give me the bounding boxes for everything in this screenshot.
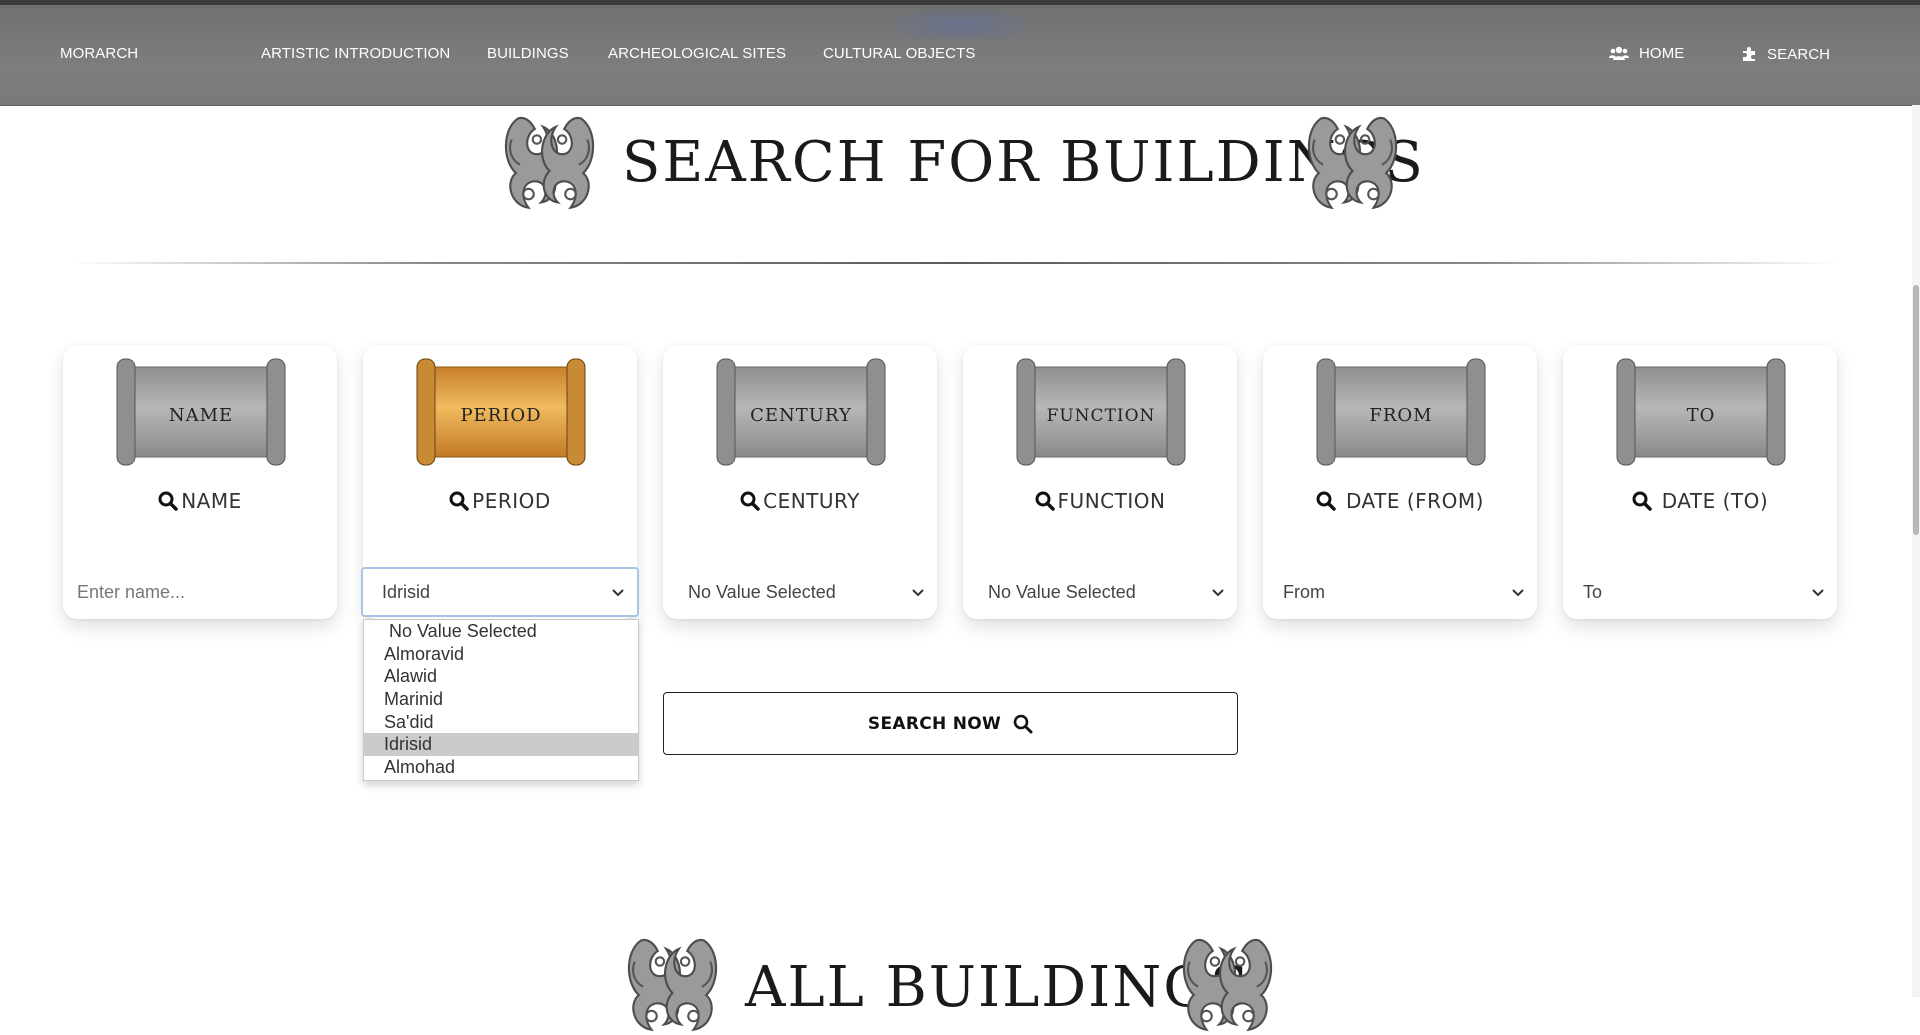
century-select[interactable]: No Value Selected [663,567,937,617]
nav-link-artistic-introduction[interactable]: ARTISTIC INTRODUCTION [261,45,450,62]
period-option-marinid[interactable]: Marinid [364,688,638,711]
filter-card-period: PERIOD PERIOD Idrisid [361,345,639,619]
filter-label-name: NAME [63,489,337,513]
users-icon [1609,46,1629,60]
date-from-select[interactable]: From [1263,567,1537,617]
period-option-no-value[interactable]: No Value Selected [364,620,638,643]
filter-card-century: CENTURY CENTURY No Value Selected [663,345,937,619]
period-option-almoravid[interactable]: Almoravid [364,643,638,666]
search-icon [1316,491,1336,511]
filter-label-date-to-text: DATE (TO) [1654,489,1769,513]
brand-logo-link[interactable]: MORARCH [60,45,138,62]
scroll-text-function: FUNCTION [1047,406,1156,426]
function-select-value: No Value Selected [988,581,1136,602]
scroll-banner-to-icon: TO [1616,358,1786,466]
search-now-button[interactable]: SEARCH NOW [663,692,1238,755]
filter-label-date-from: DATE (FROM) [1263,489,1537,513]
nav-home-label: HOME [1639,45,1685,62]
filter-label-date-to: DATE (TO) [1563,489,1837,513]
nav-link-archeological-sites[interactable]: ARCHEOLOGICAL SITES [608,45,786,62]
period-option-idrisid[interactable]: Idrisid [364,733,638,757]
chevron-down-icon [912,589,924,597]
period-dropdown-list: No Value Selected Almoravid Alawid Marin… [363,619,639,781]
scroll-banner-period-icon: PERIOD [416,358,586,466]
scroll-banner-function-icon: FUNCTION [1016,358,1186,466]
chevron-down-icon [612,589,624,597]
chevron-down-icon [1212,589,1224,597]
filter-label-period: PERIOD [363,489,637,513]
search-now-label: SEARCH NOW [867,713,1002,734]
search-icon [449,491,469,511]
search-icon [1013,714,1033,733]
filter-card-date-to: TO DATE (TO) To [1563,345,1837,619]
top-navbar: MORARCH ARTISTIC INTRODUCTION BUILDINGS … [0,5,1920,106]
filter-label-name-text: NAME [181,489,242,513]
scroll-banner-from-icon: FROM [1316,358,1486,466]
period-option-almohad[interactable]: Almohad [364,756,638,779]
puzzle-icon [1743,47,1755,61]
filter-label-century: CENTURY [663,489,937,513]
nav-search-label: SEARCH [1767,46,1831,63]
period-select-value: Idrisid [382,581,431,602]
search-icon [740,491,760,511]
chevron-down-icon [1812,589,1824,597]
period-option-alawid[interactable]: Alawid [364,665,638,688]
right-ornament-icon [1300,108,1405,213]
filter-card-name: NAME NAME [63,345,337,619]
filter-label-function: FUNCTION [963,489,1237,513]
date-to-select-value: To [1583,581,1603,602]
filter-card-date-from: FROM DATE (FROM) From [1263,345,1537,619]
left-ornament-icon [620,930,725,1035]
page-scrollbar-thumb[interactable] [1913,285,1919,535]
date-from-select-value: From [1283,581,1325,602]
scroll-text-name: NAME [169,405,233,426]
function-select[interactable]: No Value Selected [963,567,1237,617]
scroll-banner-century-icon: CENTURY [716,358,886,466]
scroll-text-from: FROM [1369,405,1432,426]
scroll-text-century: CENTURY [750,405,852,426]
scroll-text-period: PERIOD [460,405,541,426]
search-icon [158,491,178,511]
search-icon [1632,491,1652,511]
nav-home-link[interactable]: HOME [1609,45,1684,62]
filter-label-century-text: CENTURY [763,489,860,513]
filter-card-function: FUNCTION FUNCTION No Value Selected [963,345,1237,619]
filter-label-function-text: FUNCTION [1057,489,1166,513]
period-option-sadid[interactable]: Sa'did [364,711,638,734]
page-scrollbar-track[interactable] [1912,105,1920,997]
filter-label-period-text: PERIOD [472,489,551,513]
century-select-value: No Value Selected [688,581,836,602]
nav-link-cultural-objects[interactable]: CULTURAL OBJECTS [823,45,975,62]
nav-link-buildings[interactable]: BUILDINGS [487,45,569,62]
name-search-input[interactable] [63,567,337,617]
filter-label-date-from-text: DATE (FROM) [1339,489,1484,513]
navbar-glow [880,5,1040,45]
scroll-banner-name-icon: NAME [116,358,286,466]
section-divider [70,262,1840,264]
date-to-select[interactable]: To [1563,567,1837,617]
scroll-text-to: TO [1687,405,1716,426]
chevron-down-icon [1512,589,1524,597]
search-icon [1035,491,1055,511]
left-ornament-icon [497,108,602,213]
right-ornament-icon [1175,930,1280,1035]
nav-search-link[interactable]: SEARCH [1741,45,1830,63]
period-select[interactable]: Idrisid [361,567,639,617]
